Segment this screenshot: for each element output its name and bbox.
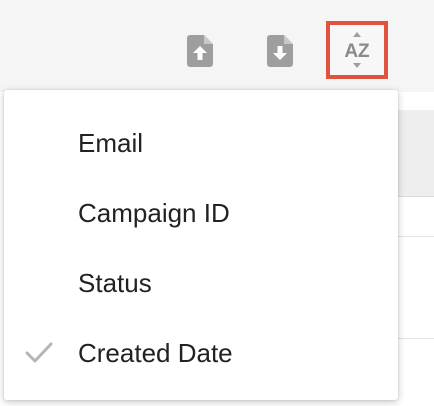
sort-az-icon: AZ — [344, 32, 370, 68]
sort-option-label: Campaign ID — [78, 197, 230, 228]
file-upload-icon — [187, 35, 213, 67]
sort-option-label: Email — [78, 127, 144, 158]
upload-button[interactable] — [180, 24, 220, 78]
table-row-divider — [398, 236, 434, 237]
toolbar: AZ — [0, 0, 434, 92]
file-download-icon — [267, 35, 293, 67]
sort-button[interactable]: AZ — [326, 21, 388, 79]
download-button[interactable] — [260, 24, 300, 78]
sort-option-status[interactable]: Status — [4, 248, 398, 318]
sort-menu: Email Campaign ID Status Created Date — [4, 90, 398, 400]
sort-az-label: AZ — [344, 41, 370, 62]
sort-option-label: Status — [78, 267, 152, 298]
checkmark-icon — [25, 342, 53, 363]
sort-option-campaign-id[interactable]: Campaign ID — [4, 178, 398, 248]
sort-option-created-date[interactable]: Created Date — [4, 318, 398, 388]
sort-option-label: Created Date — [78, 337, 233, 368]
sort-option-email[interactable]: Email — [4, 108, 398, 178]
table-header — [398, 110, 434, 197]
table-row-divider — [398, 338, 434, 339]
page: AZ Email Campaign ID Status Created Date — [0, 0, 434, 406]
